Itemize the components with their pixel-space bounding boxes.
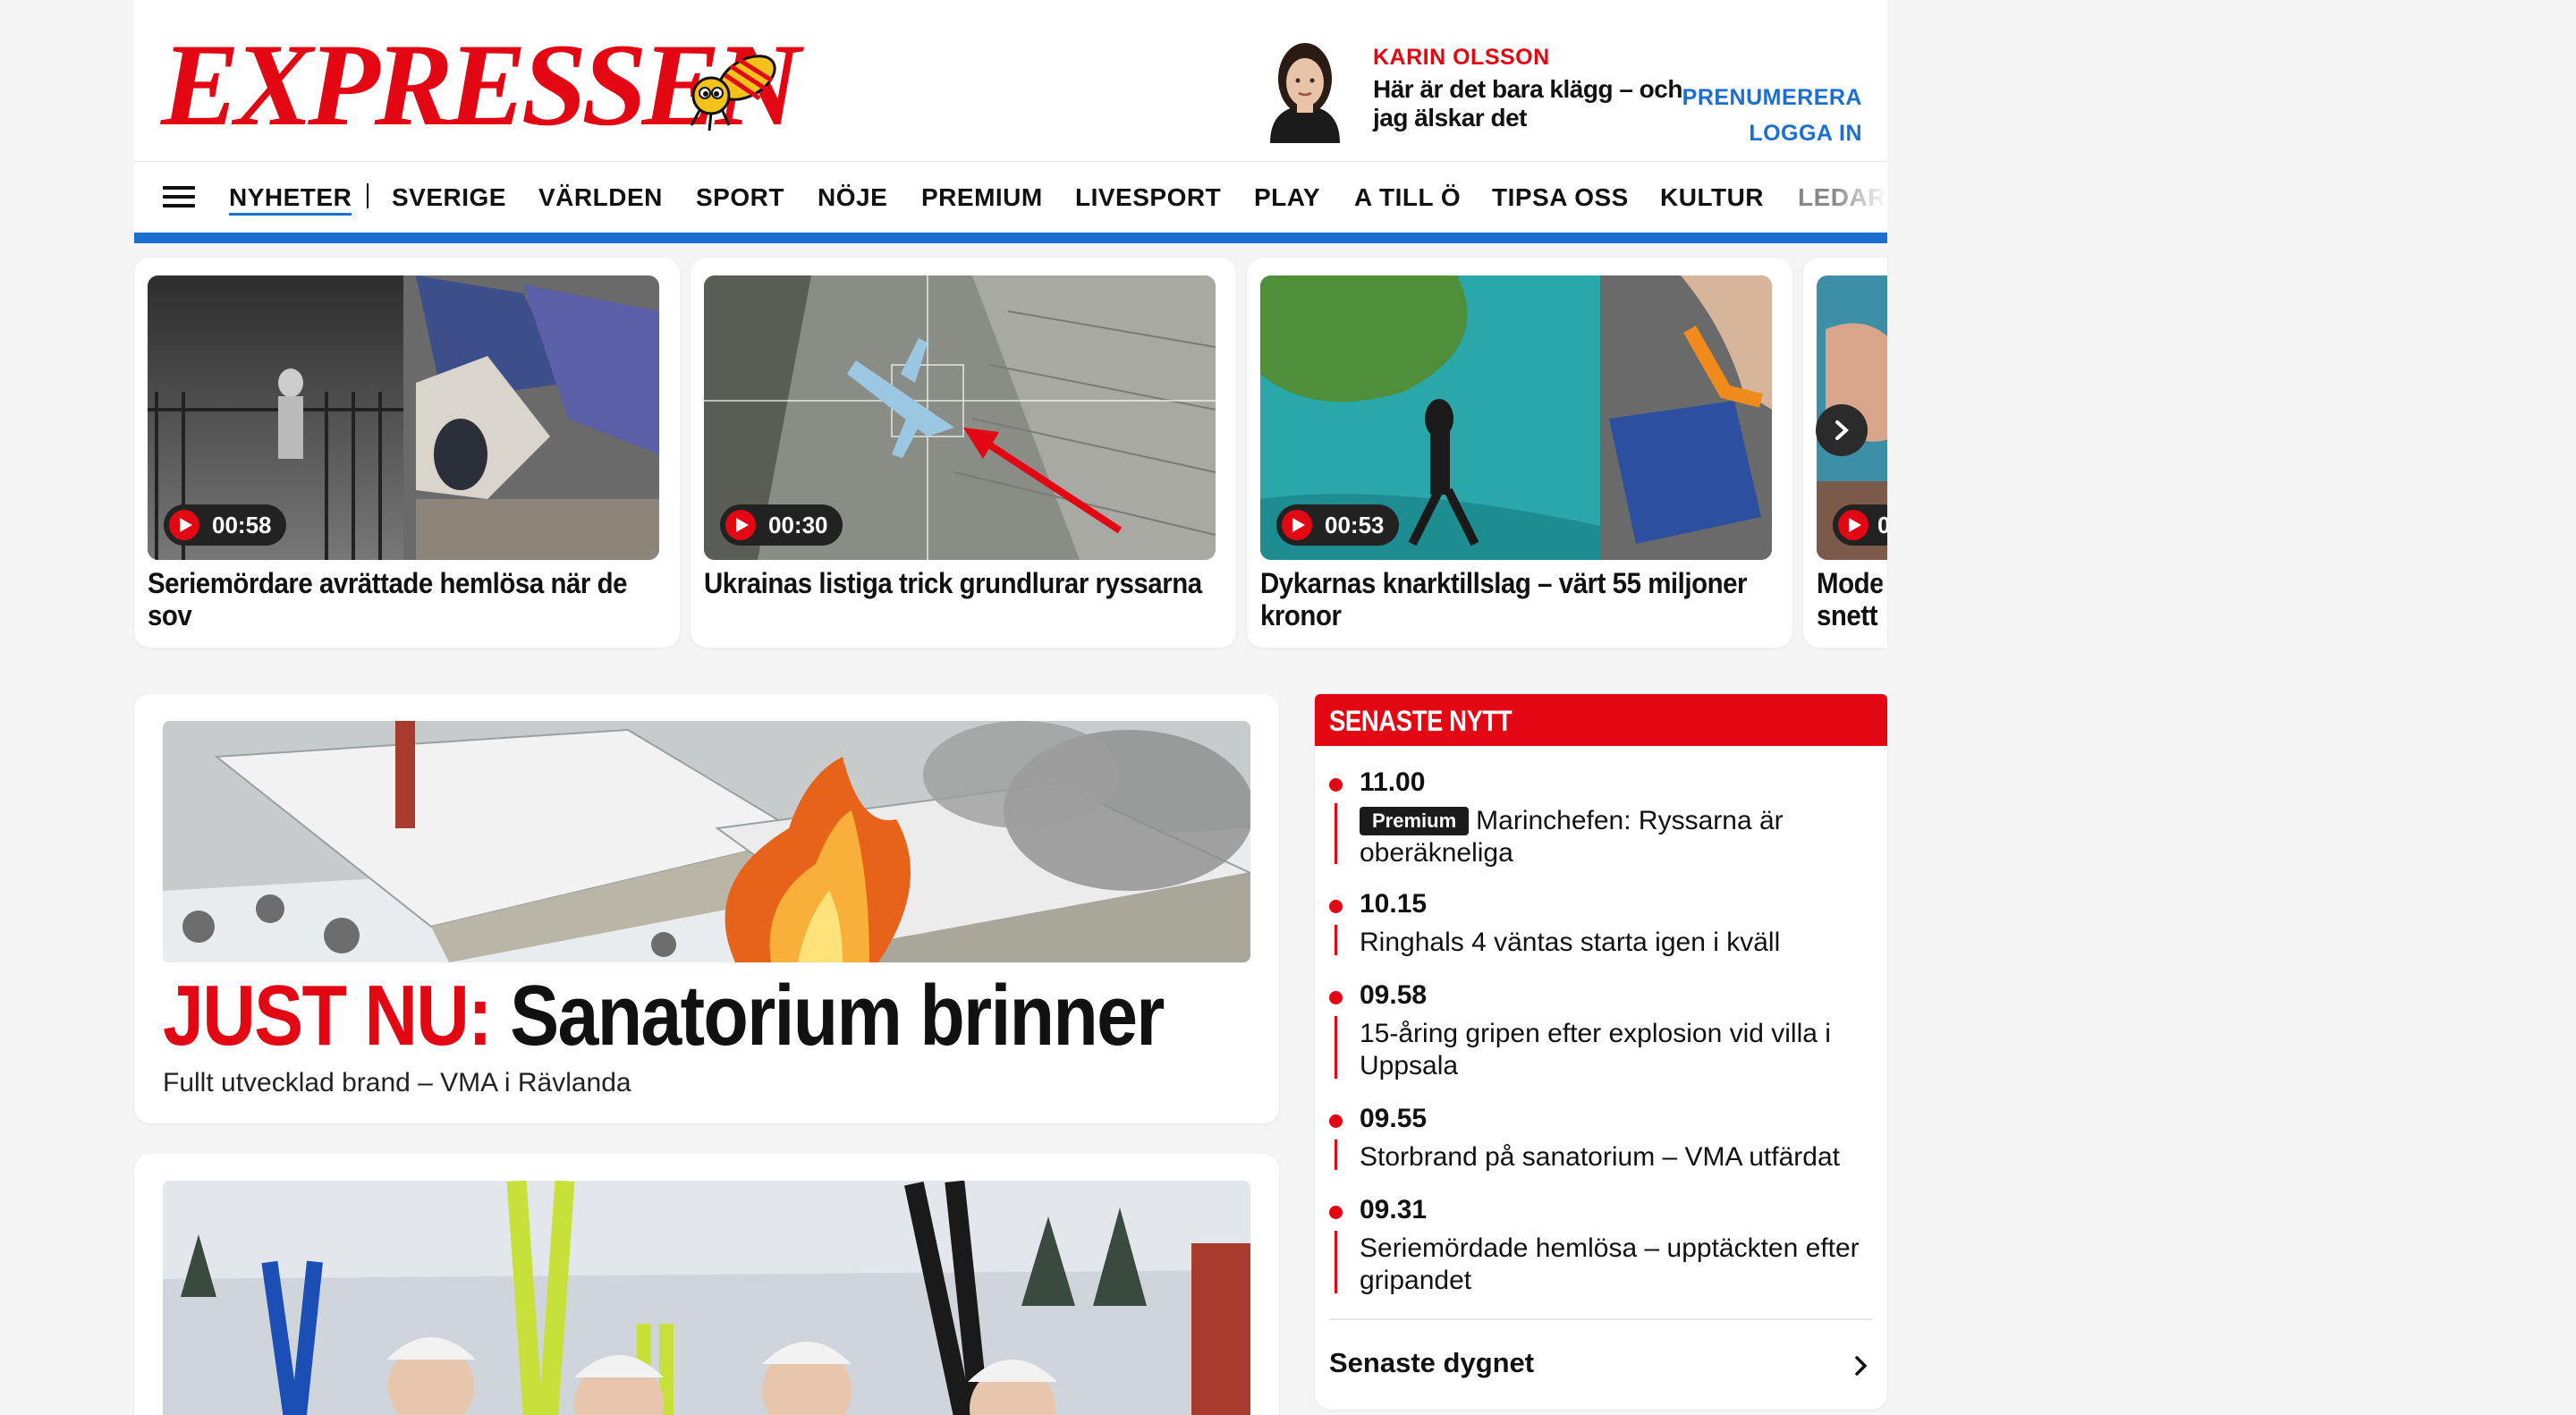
timeline-dot bbox=[1329, 900, 1343, 913]
video-title: Model snett bbox=[1817, 567, 1883, 631]
timeline-dot bbox=[1329, 1206, 1343, 1219]
nav-item-varlden[interactable]: VÄRLDEN bbox=[538, 183, 663, 212]
latest-news-item[interactable]: 10.15 Ringhals 4 väntas starta igen i kv… bbox=[1329, 889, 1875, 979]
news-text: Ringhals 4 väntas starta igen i kväll bbox=[1360, 928, 1781, 957]
columnist-avatar bbox=[1252, 36, 1358, 143]
nav-item-a-till-o[interactable]: A TILL Ö bbox=[1354, 183, 1461, 212]
nav-accent-bar bbox=[134, 233, 1887, 243]
nav-item-nyheter[interactable]: NYHETER bbox=[229, 183, 352, 216]
video-card[interactable]: 00:53 Dykarnas knarktillslag – värt 55 m… bbox=[1247, 258, 1792, 648]
top-story-image bbox=[163, 721, 1250, 962]
latest-news-panel: SENASTE NYTT 11.00 Premium Marinchefen: R… bbox=[1315, 694, 1887, 1410]
latest-news-item[interactable]: 09.31 Seriemördade hemlösa – upptäckten … bbox=[1329, 1195, 1875, 1311]
news-time: 09.55 bbox=[1360, 1104, 1428, 1133]
timeline-line bbox=[1335, 1231, 1337, 1293]
top-story-title: Sanatorium brinner bbox=[510, 968, 1165, 1063]
top-story-headline: JUST NU: Sanatorium brinner bbox=[163, 962, 1165, 1070]
video-title: Seriemördare avrättade hemlösa när de so… bbox=[148, 567, 628, 631]
timeline-line bbox=[1335, 1140, 1337, 1170]
video-card[interactable]: 00:58 Seriemördare avrättade hemlösa när… bbox=[134, 258, 680, 648]
timeline-dot bbox=[1329, 1114, 1343, 1128]
wasp-mascot-icon bbox=[690, 55, 776, 131]
columnist-headline: Här är det bara klägg – och jag älskar d… bbox=[1373, 75, 1682, 131]
nav-item-sport[interactable]: SPORT bbox=[696, 183, 784, 212]
timeline-dot bbox=[1329, 778, 1343, 792]
story-card[interactable] bbox=[134, 1154, 1279, 1415]
chevron-right-icon bbox=[1835, 420, 1849, 440]
news-text: 15-åring gripen efter explosion vid vill… bbox=[1360, 1019, 1831, 1080]
page: EXPRESSEN KARIN OLSSON Här är det bara k… bbox=[134, 0, 1887, 1415]
timeline-line bbox=[1335, 1016, 1337, 1079]
video-thumbnail: 00:58 bbox=[148, 275, 659, 560]
nav-item-play[interactable]: PLAY bbox=[1254, 183, 1320, 212]
video-thumbnail: 00:53 bbox=[1260, 275, 1772, 560]
divider bbox=[1329, 1318, 1873, 1320]
nav-item-tipsa-oss[interactable]: TIPSA OSS bbox=[1492, 183, 1629, 212]
news-time: 10.15 bbox=[1360, 889, 1428, 919]
play-icon bbox=[725, 510, 756, 540]
news-text: Storbrand på sanatorium – VMA utfärdat bbox=[1360, 1142, 1840, 1172]
nav-separator bbox=[367, 183, 369, 208]
chevron-right-icon[interactable] bbox=[1853, 1354, 1869, 1377]
video-thumbnail: 00:30 bbox=[704, 275, 1216, 560]
play-icon bbox=[1282, 510, 1312, 540]
subscribe-link[interactable]: PRENUMERERA bbox=[1682, 85, 1862, 111]
latest-news-item[interactable]: 09.58 15-åring gripen efter explosion vi… bbox=[1329, 980, 1875, 1097]
breaking-kicker: JUST NU: bbox=[163, 968, 493, 1063]
nav-item-sverige[interactable]: SVERIGE bbox=[392, 183, 506, 212]
latest-news-item[interactable]: 09.55 Storbrand på sanatorium – VMA utfä… bbox=[1329, 1104, 1875, 1193]
video-duration: 00:58 bbox=[164, 504, 286, 546]
video-duration: 00:30 bbox=[720, 504, 843, 546]
carousel-next-button[interactable] bbox=[1816, 404, 1868, 456]
video-duration: 00:53 bbox=[1276, 504, 1399, 546]
video-title: Ukrainas listiga trick grundlurar ryssar… bbox=[704, 567, 1202, 599]
menu-icon[interactable] bbox=[163, 186, 195, 209]
main-navigation: NYHETER SVERIGE VÄRLDEN SPORT NÖJE PREMI… bbox=[134, 161, 1887, 233]
news-time: 09.58 bbox=[1360, 980, 1428, 1010]
latest-news-header: SENASTE NYTT bbox=[1315, 694, 1887, 746]
premium-badge: Premium bbox=[1360, 807, 1470, 835]
video-duration: 0 bbox=[1833, 504, 1887, 546]
latest-news-item[interactable]: 11.00 Premium Marinchefen: Ryssarna är ob… bbox=[1329, 767, 1875, 884]
top-story-subtitle: Fullt utvecklad brand – VMA i Rävlanda bbox=[163, 1068, 631, 1097]
expressen-logo[interactable]: EXPRESSEN bbox=[161, 26, 801, 144]
login-link[interactable]: LOGGA IN bbox=[1749, 121, 1862, 147]
nav-item-noje[interactable]: NÖJE bbox=[818, 183, 887, 212]
news-text: Seriemördade hemlösa – upptäckten efter … bbox=[1360, 1233, 1860, 1295]
nav-item-premium[interactable]: PREMIUM bbox=[921, 183, 1043, 212]
video-title: Dykarnas knarktillslag – värt 55 miljone… bbox=[1260, 567, 1748, 631]
nav-item-livesport[interactable]: LIVESPORT bbox=[1075, 183, 1221, 212]
site-header: EXPRESSEN KARIN OLSSON Här är det bara k… bbox=[134, 0, 1887, 161]
news-text: Premium Marinchefen: Ryssarna är oberäkne… bbox=[1360, 806, 1784, 868]
news-time: 09.31 bbox=[1360, 1195, 1428, 1224]
nav-overflow-fade bbox=[1834, 162, 1887, 233]
timeline-line bbox=[1335, 803, 1337, 864]
timeline-dot bbox=[1329, 991, 1343, 1004]
top-story[interactable]: JUST NU: Sanatorium brinner Fullt utveck… bbox=[134, 694, 1279, 1123]
columnist-name: KARIN OLSSON bbox=[1373, 45, 1550, 70]
play-icon bbox=[1838, 510, 1868, 540]
play-icon bbox=[169, 510, 199, 540]
nav-item-kultur[interactable]: KULTUR bbox=[1660, 183, 1764, 212]
video-card[interactable]: 00:30 Ukrainas listiga trick grundlurar … bbox=[691, 258, 1236, 648]
timeline-line bbox=[1335, 925, 1337, 955]
latest-news-title: SENASTE NYTT bbox=[1329, 705, 1513, 737]
story-image bbox=[163, 1181, 1250, 1415]
news-time: 11.00 bbox=[1360, 767, 1426, 797]
latest-24h-link[interactable]: Senaste dygnet bbox=[1329, 1347, 1534, 1379]
